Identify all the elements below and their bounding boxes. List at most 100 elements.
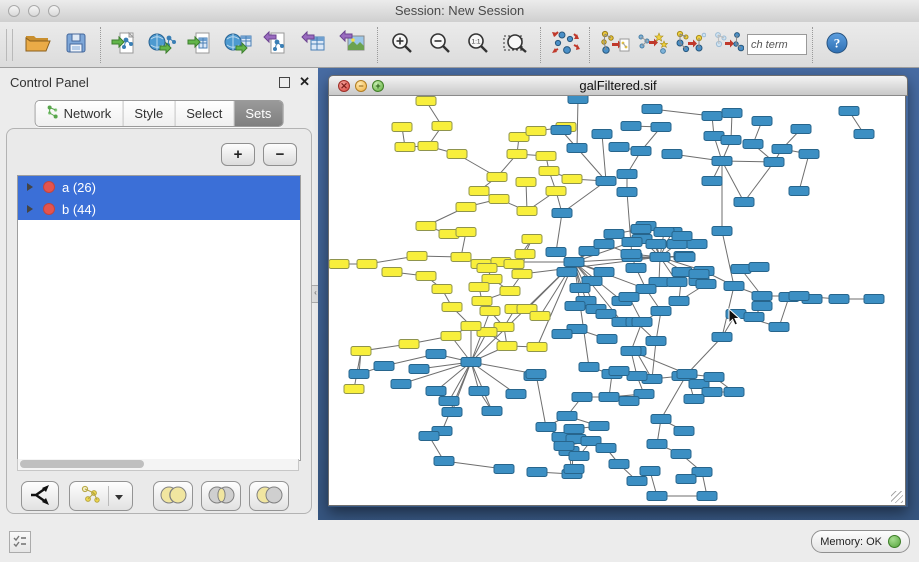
graph-node[interactable] (696, 280, 716, 289)
tab-network[interactable]: Network (36, 101, 124, 126)
graph-node[interactable] (721, 136, 741, 145)
graph-node[interactable] (399, 340, 419, 349)
import-network-file-button[interactable] (106, 26, 144, 64)
graph-node[interactable] (419, 432, 439, 441)
graph-node[interactable] (669, 297, 689, 306)
graph-node[interactable] (621, 250, 641, 259)
expand-triangle-icon[interactable] (27, 205, 33, 213)
graph-node[interactable] (442, 303, 462, 312)
remove-set-button[interactable]: − (263, 143, 297, 166)
graph-node[interactable] (752, 292, 772, 301)
apply-preferred-layout-button[interactable] (546, 26, 584, 64)
graph-node[interactable] (551, 126, 571, 135)
graph-node[interactable] (622, 238, 642, 247)
graph-node[interactable] (651, 123, 671, 132)
graph-node[interactable] (570, 284, 590, 293)
graph-node[interactable] (357, 260, 377, 269)
graph-node[interactable] (329, 260, 349, 269)
graph-node[interactable] (407, 252, 427, 261)
graph-node[interactable] (632, 318, 652, 327)
toolbar-drag-handle[interactable] (6, 29, 13, 61)
graph-node[interactable] (609, 367, 629, 376)
graph-node[interactable] (702, 112, 722, 121)
graph-node[interactable] (599, 393, 619, 402)
graph-node[interactable] (609, 460, 629, 469)
graph-node[interactable] (789, 187, 809, 196)
graph-node[interactable] (829, 295, 849, 304)
graph-node[interactable] (447, 150, 467, 159)
graph-node[interactable] (426, 387, 446, 396)
graph-node[interactable] (647, 440, 667, 449)
graph-node[interactable] (469, 283, 489, 292)
graph-node[interactable] (621, 347, 641, 356)
graph-node[interactable] (752, 117, 772, 126)
split-sets-button[interactable] (21, 481, 59, 511)
graph-node[interactable] (409, 365, 429, 374)
graph-node[interactable] (722, 109, 742, 118)
new-network-selected-nodes-selected-edges-button[interactable] (709, 26, 747, 64)
graph-node[interactable] (432, 122, 452, 131)
graph-node[interactable] (456, 228, 476, 237)
graph-node[interactable] (594, 240, 614, 249)
graph-node[interactable] (704, 373, 724, 382)
graph-node[interactable] (507, 150, 527, 159)
graph-node[interactable] (636, 285, 656, 294)
graph-node[interactable] (349, 370, 369, 379)
graph-node[interactable] (536, 423, 556, 432)
graph-node[interactable] (552, 330, 572, 339)
graph-node[interactable] (522, 235, 542, 244)
export-table-button[interactable] (296, 26, 334, 64)
graph-node[interactable] (527, 343, 547, 352)
set-list-item[interactable]: b (44) (18, 198, 300, 220)
graph-node[interactable] (654, 228, 674, 237)
graph-node[interactable] (482, 407, 502, 416)
graph-node[interactable] (416, 97, 436, 106)
graph-node[interactable] (734, 198, 754, 207)
graph-node[interactable] (441, 332, 461, 341)
graph-node[interactable] (569, 452, 589, 461)
graph-node[interactable] (712, 333, 732, 342)
tab-style[interactable]: Style (123, 101, 175, 126)
graph-node[interactable] (799, 150, 819, 159)
expand-triangle-icon[interactable] (27, 183, 33, 191)
task-history-button[interactable] (9, 531, 31, 553)
graph-node[interactable] (506, 390, 526, 399)
graph-node[interactable] (651, 307, 671, 316)
graph-node[interactable] (489, 195, 509, 204)
graph-node[interactable] (724, 388, 744, 397)
horizontal-scrollbar[interactable] (17, 459, 299, 471)
graph-node[interactable] (579, 363, 599, 372)
graph-node[interactable] (769, 323, 789, 332)
graph-node[interactable] (451, 253, 471, 262)
graph-node[interactable] (416, 222, 436, 231)
graph-node[interactable] (395, 143, 415, 152)
help-button[interactable]: ? (818, 26, 856, 64)
graph-node[interactable] (526, 370, 546, 379)
new-network-from-selection-button[interactable] (595, 26, 633, 64)
graph-node[interactable] (621, 122, 641, 131)
graph-node[interactable] (516, 178, 536, 187)
graph-node[interactable] (594, 268, 614, 277)
graph-node[interactable] (426, 350, 446, 359)
graph-node[interactable] (504, 260, 524, 269)
tab-sets[interactable]: Sets (234, 101, 282, 126)
create-set-from-network-dropdown[interactable] (69, 481, 133, 511)
graph-node[interactable] (617, 188, 637, 197)
graph-node[interactable] (469, 187, 489, 196)
graph-node[interactable] (564, 258, 584, 267)
graph-node[interactable] (461, 322, 481, 331)
graph-node[interactable] (546, 248, 566, 257)
import-table-file-button[interactable] (182, 26, 220, 64)
save-session-button[interactable] (57, 26, 95, 64)
graph-node[interactable] (702, 388, 722, 397)
graph-node[interactable] (391, 380, 411, 389)
zoom-actual-size-button[interactable]: 1:1 (459, 26, 497, 64)
graph-node[interactable] (494, 465, 514, 474)
graph-node[interactable] (724, 282, 744, 291)
graph-node[interactable] (839, 107, 859, 116)
graph-node[interactable] (480, 307, 500, 316)
graph-node[interactable] (589, 422, 609, 431)
graph-node[interactable] (627, 372, 647, 381)
new-network-selected-nodes-all-edges-button[interactable] (671, 26, 709, 64)
graph-node[interactable] (539, 167, 559, 176)
